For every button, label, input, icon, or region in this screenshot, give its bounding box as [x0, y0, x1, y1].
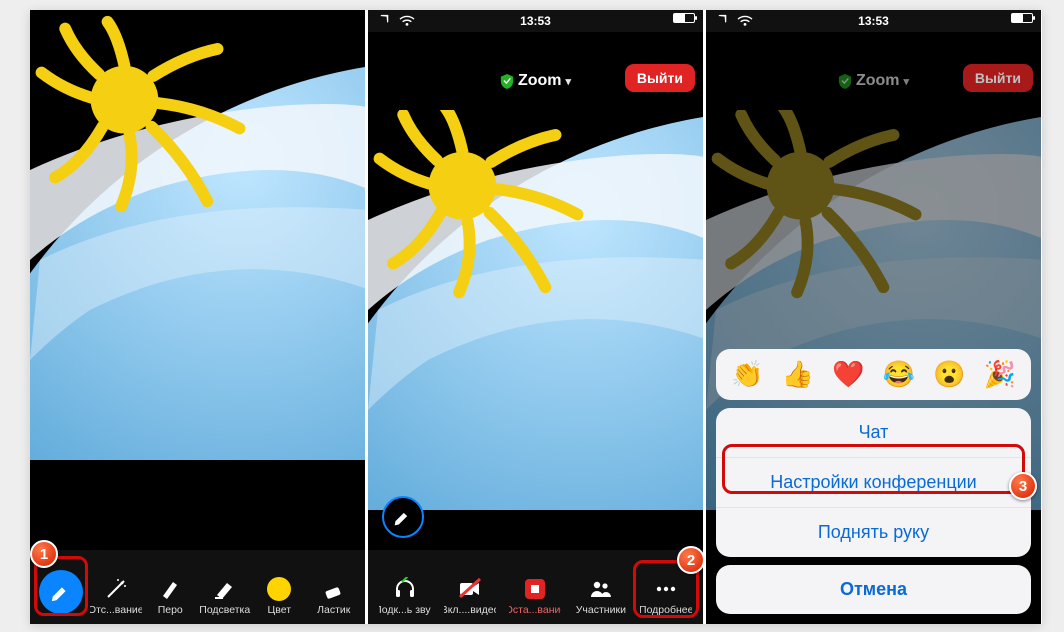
stop-icon — [522, 576, 548, 602]
tool-label: Подсветка — [199, 604, 250, 616]
people-icon — [588, 576, 614, 602]
reaction-laugh[interactable]: 😂 — [883, 359, 915, 390]
step-badge-3: 3 — [1009, 472, 1037, 500]
airplane-icon — [714, 13, 730, 27]
video-off-icon — [457, 576, 483, 602]
highlight-tool[interactable]: Подсветка — [199, 576, 251, 616]
airplane-icon — [376, 13, 392, 27]
pen-icon — [157, 576, 183, 602]
reaction-clap[interactable]: 👏 — [731, 359, 763, 390]
meeting-settings-action[interactable]: Настройки конференции — [716, 457, 1031, 507]
battery-icon — [673, 13, 695, 23]
more-action-sheet: 👏 👍 ❤️ 😂 😮 🎉 Чат Настройки конференции П… — [716, 349, 1031, 614]
tool-label: Подк...ь звук — [379, 604, 431, 616]
pencil-icon — [39, 570, 83, 614]
pen-tool[interactable]: Перо — [144, 576, 196, 616]
chat-action[interactable]: Чат — [716, 408, 1031, 457]
reaction-heart[interactable]: ❤️ — [832, 359, 864, 390]
chevron-down-icon: ▾ — [904, 75, 910, 88]
color-tool[interactable]: Цвет — [253, 576, 305, 616]
screen-3: 13:53 Zoom ▾ Выйти 👏 👍 ❤️ 😂 😮 — [706, 10, 1041, 624]
tool-label: Цвет — [267, 604, 291, 616]
status-bar: 13:53 — [706, 10, 1041, 32]
clock: 13:53 — [858, 14, 889, 28]
tool-label: Перо — [158, 604, 183, 616]
wifi-icon — [398, 13, 416, 27]
raise-hand-action[interactable]: Поднять руку — [716, 507, 1031, 557]
shield-icon — [500, 73, 514, 89]
battery-icon — [1011, 13, 1033, 23]
leave-label: Выйти — [975, 70, 1021, 86]
spotlight-tool[interactable]: Отс...вание — [90, 576, 142, 616]
wand-icon — [103, 576, 129, 602]
leave-label: Выйти — [637, 70, 683, 86]
stop-share-tool[interactable]: Оста...вание — [509, 576, 561, 616]
tool-label: Вкл....видео — [444, 604, 496, 616]
meeting-toolbar: Подк...ь звук Вкл....видео Оста...вание … — [368, 550, 703, 624]
eraser-tool[interactable]: Ластик — [308, 576, 360, 616]
participants-tool[interactable]: Участники — [575, 576, 627, 616]
cancel-action[interactable]: Отмена — [716, 565, 1031, 614]
video-tool[interactable]: Вкл....видео — [444, 576, 496, 616]
screen-2: 13:53 Zoom ▾ Выйти Подк...ь звук В — [368, 10, 703, 624]
color-icon — [266, 576, 292, 602]
tool-label: Ластик — [317, 604, 350, 616]
more-tool[interactable]: Подробнее — [640, 576, 692, 616]
audio-tool[interactable]: Подк...ь звук — [379, 576, 431, 616]
tool-label: Подробнее — [640, 604, 692, 616]
reaction-wow[interactable]: 😮 — [933, 359, 965, 390]
reactions-row: 👏 👍 ❤️ 😂 😮 🎉 — [716, 349, 1031, 400]
meeting-settings-label: Настройки конференции — [770, 472, 977, 492]
status-bar: 13:53 — [368, 10, 703, 32]
eraser-icon — [321, 576, 347, 602]
annotation-toolbar: Отс...вание Перо Подсветка Цвет Ластик — [30, 550, 365, 624]
step-badge-1: 1 — [30, 540, 58, 568]
reaction-party[interactable]: 🎉 — [984, 359, 1016, 390]
leave-button[interactable]: Выйти — [963, 64, 1033, 92]
annotate-fab[interactable] — [382, 496, 424, 538]
pencil-icon — [393, 507, 413, 527]
marker-icon — [212, 576, 238, 602]
tool-label: Отс...вание — [90, 604, 142, 616]
tool-label: Участники — [576, 604, 626, 616]
tool-label: Оста...вание — [509, 604, 561, 616]
clock: 13:53 — [520, 14, 551, 28]
step-badge-2: 2 — [677, 546, 703, 574]
meeting-title: Zoom — [518, 72, 562, 90]
wifi-icon — [736, 13, 754, 27]
shield-icon — [838, 73, 852, 89]
drawing-canvas[interactable] — [30, 10, 365, 548]
pencil-tool[interactable] — [35, 570, 87, 616]
chevron-down-icon: ▾ — [566, 75, 572, 88]
reaction-thumbs[interactable]: 👍 — [782, 359, 814, 390]
meeting-canvas[interactable] — [368, 110, 703, 548]
more-icon — [653, 576, 679, 602]
meeting-title: Zoom — [856, 72, 900, 90]
headphones-icon — [392, 576, 418, 602]
leave-button[interactable]: Выйти — [625, 64, 695, 92]
screen-1: Отс...вание Перо Подсветка Цвет Ластик 1 — [30, 10, 365, 624]
